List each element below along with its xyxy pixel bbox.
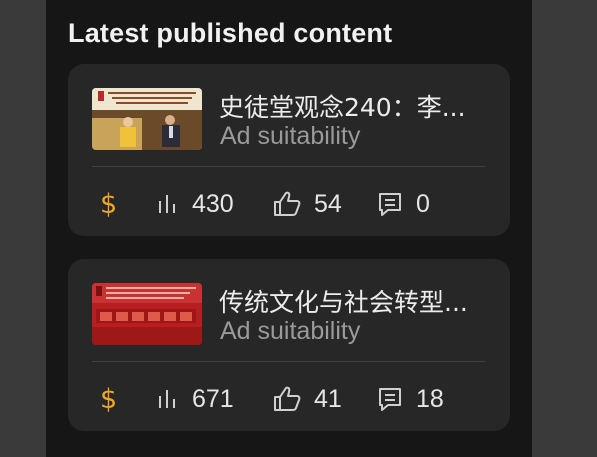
monetization-stat[interactable]: $ bbox=[100, 182, 117, 226]
comments-stat: 18 bbox=[376, 377, 444, 421]
video-thumbnail[interactable] bbox=[92, 283, 202, 345]
content-title[interactable]: 传统文化与社会转型... bbox=[219, 283, 489, 319]
monetization-stat[interactable]: $ bbox=[100, 377, 117, 421]
likes-count: 41 bbox=[314, 384, 342, 413]
section-title: Latest published content bbox=[68, 18, 393, 48]
likes-count: 54 bbox=[314, 189, 342, 218]
comments-count: 18 bbox=[416, 384, 444, 413]
stats-row: $ 430 54 0 bbox=[92, 182, 492, 226]
comment-icon bbox=[376, 385, 404, 413]
ad-suitability-label[interactable]: Ad suitability bbox=[220, 122, 360, 151]
red-banner-thumbnail-image bbox=[92, 283, 202, 345]
content-card[interactable]: 传统文化与社会转型... Ad suitability $ 671 41 18 bbox=[68, 259, 510, 431]
dollar-icon: $ bbox=[100, 188, 118, 220]
ad-suitability-label[interactable]: Ad suitability bbox=[220, 317, 360, 346]
views-stat: 430 bbox=[154, 182, 234, 226]
likes-stat: 41 bbox=[272, 377, 342, 421]
divider bbox=[92, 361, 486, 362]
thumbs-up-icon bbox=[272, 190, 302, 218]
divider bbox=[92, 166, 486, 167]
bar-chart-icon bbox=[154, 386, 180, 412]
views-count: 671 bbox=[192, 384, 234, 413]
video-thumbnail[interactable] bbox=[92, 88, 202, 150]
comment-icon bbox=[376, 190, 404, 218]
comments-count: 0 bbox=[416, 189, 430, 218]
content-title[interactable]: 史徒堂观念240：李... bbox=[219, 88, 489, 124]
content-card[interactable]: 史徒堂观念240：李... Ad suitability $ 430 54 0 bbox=[68, 64, 510, 236]
stats-row: $ 671 41 18 bbox=[92, 377, 492, 421]
right-margin bbox=[532, 0, 597, 457]
dollar-icon: $ bbox=[100, 383, 118, 415]
left-margin bbox=[0, 0, 46, 457]
comments-stat: 0 bbox=[376, 182, 430, 226]
views-count: 430 bbox=[192, 189, 234, 218]
bar-chart-icon bbox=[154, 191, 180, 217]
views-stat: 671 bbox=[154, 377, 234, 421]
latest-content-panel: Latest published content 史徒堂观念240：李... A… bbox=[46, 0, 532, 457]
lecture-thumbnail-image bbox=[92, 88, 202, 150]
thumbs-up-icon bbox=[272, 385, 302, 413]
likes-stat: 54 bbox=[272, 182, 342, 226]
